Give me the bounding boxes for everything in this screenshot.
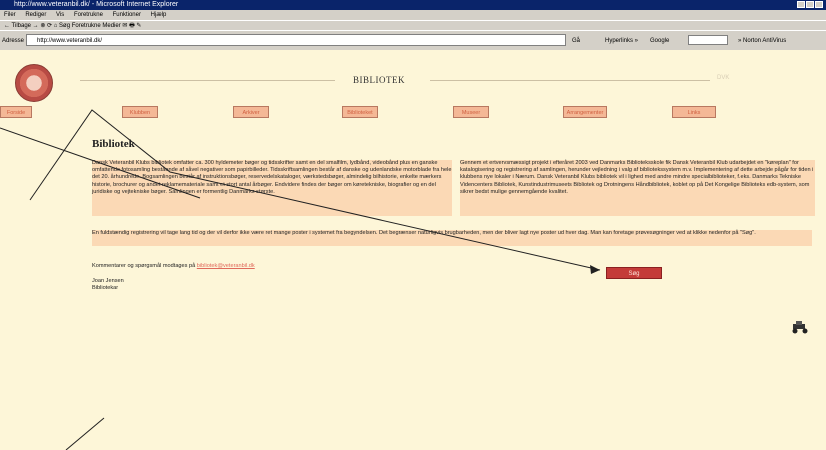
minimize-icon[interactable]	[797, 1, 805, 8]
menu-item-favorites[interactable]: Foretrukne	[74, 12, 103, 18]
nav-museer[interactable]: Museer	[453, 106, 489, 118]
menu-item-view[interactable]: Vis	[56, 12, 64, 18]
paragraph-2: Gennem et ertvervsmæssigt projekt i efte…	[460, 160, 815, 216]
header-mark: DVK	[717, 75, 730, 81]
signature: Joan Jensen Bibliotekar	[92, 278, 124, 292]
close-icon[interactable]	[815, 1, 823, 8]
norton-label[interactable]: » Norton AntiVirus	[738, 31, 786, 51]
window-titlebar: http://www.veteranbil.dk/ - Microsoft In…	[0, 0, 826, 10]
menubar: Filer Rediger Vis Foretrukne Funktioner …	[0, 10, 826, 20]
nav-links[interactable]: Links	[672, 106, 716, 118]
links-label[interactable]: Hyperlinks »	[605, 31, 638, 51]
window-controls	[797, 1, 823, 8]
page-title: BIBLIOTEK	[353, 75, 405, 85]
section-heading: Bibliotek	[92, 138, 135, 150]
menu-item-tools[interactable]: Funktioner	[113, 12, 141, 18]
maximize-icon[interactable]	[806, 1, 814, 8]
contact-email-link[interactable]: bibliotek@veteranbil.dk	[197, 263, 255, 269]
page-content: BIBLIOTEK DVK Forside Klubben Arkiver Bi…	[0, 50, 826, 450]
header-rule-right	[430, 80, 710, 81]
nav-arrangementer[interactable]: Arrangementer	[563, 106, 607, 118]
librarian-name: Joan Jensen	[92, 278, 124, 284]
librarian-role: Bibliotekar	[92, 285, 119, 291]
club-logo[interactable]	[15, 64, 53, 102]
go-button[interactable]: Gå	[572, 31, 580, 51]
google-label: Google	[650, 38, 670, 44]
menu-item-help[interactable]: Hjælp	[151, 12, 167, 18]
vintage-car-icon	[792, 321, 808, 334]
contact-text: Kommentarer og spørgsmål modtages på	[92, 263, 196, 269]
menu-item-file[interactable]: Filer	[4, 12, 16, 18]
header-rule-left	[80, 80, 335, 81]
address-input[interactable]: http://www.veteranbil.dk/	[26, 34, 566, 46]
paragraph-3: En fuldstændig registrering vil tage lan…	[92, 230, 812, 246]
nav-biblioteket[interactable]: Biblioteket	[342, 106, 378, 118]
toolbar-buttons[interactable]: ← Tilbage → ⊗ ⟳ ⌂ Søg Foretrukne Medier …	[4, 23, 141, 29]
search-button[interactable]: Søg	[606, 267, 662, 279]
menu-item-edit[interactable]: Rediger	[25, 12, 46, 18]
paragraph-1: Dansk Veteranbil Klubs bibliotek omfatte…	[92, 160, 452, 216]
google-search-input[interactable]	[688, 35, 728, 45]
contact-line: Kommentarer og spørgsmål modtages på bib…	[92, 263, 255, 269]
window-title: http://www.veteranbil.dk/ - Microsoft In…	[14, 1, 179, 8]
nav-forside[interactable]: Forside	[0, 106, 32, 118]
nav-arkiver[interactable]: Arkiver	[233, 106, 269, 118]
address-bar: Adresse http://www.veteranbil.dk/ Gå Hyp…	[0, 30, 826, 51]
nav-klubben[interactable]: Klubben	[122, 106, 158, 118]
address-label: Adresse	[2, 38, 25, 44]
